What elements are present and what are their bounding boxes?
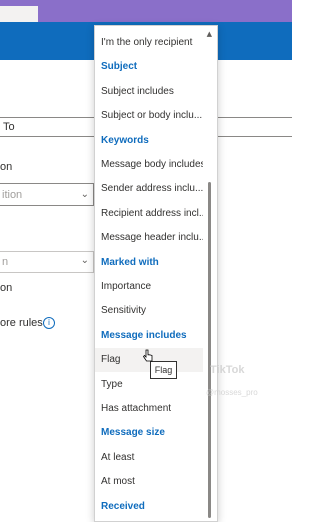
menu-item-message-header-inclu[interactable]: Message header inclu...	[95, 226, 203, 250]
menu-item-at-least[interactable]: At least	[95, 446, 203, 470]
menu-header-message-includes: Message includes	[101, 329, 187, 341]
menu-item-message-body-includes[interactable]: Message body includes	[95, 153, 203, 177]
watermark-handle: @mosses_pro	[206, 388, 258, 397]
menu-item-sensitivity[interactable]: Sensitivity	[95, 299, 203, 323]
condition-options-menu: ▲ I'm the only recipient Subject Subject i…	[94, 25, 218, 522]
watermark-brand: TikTok	[210, 364, 245, 376]
chevron-down-icon: ⌄	[80, 189, 89, 200]
condition-dropdown[interactable]: ition ⌄	[0, 183, 94, 206]
menu-item-type[interactable]: Type	[95, 373, 203, 397]
stop-more-rules-label: ore rules	[0, 317, 43, 329]
menu-header-marked-with: Marked with	[101, 256, 159, 268]
value-select-text: n	[2, 256, 9, 268]
to-field-line	[216, 136, 292, 137]
menu-item-has-attachment[interactable]: Has attachment	[95, 397, 203, 421]
menu-header-keywords: Keywords	[101, 134, 149, 146]
top-strip	[0, 0, 292, 22]
info-icon[interactable]: i	[43, 317, 55, 329]
menu-header-message-size: Message size	[101, 427, 165, 439]
menu-item-i-m-the-only-recipient[interactable]: I'm the only recipient	[95, 31, 203, 55]
menu-item-at-most[interactable]: At most	[95, 470, 203, 494]
hand-cursor-icon	[142, 349, 153, 362]
to-field-text: To	[3, 121, 15, 133]
scroll-up-icon[interactable]: ▲	[207, 30, 212, 38]
window-tab[interactable]	[0, 6, 38, 22]
scrollbar-thumb[interactable]	[208, 182, 211, 518]
menu-item-subject-or-body-inclu[interactable]: Subject or body inclu...	[95, 104, 203, 128]
tooltip: Flag	[150, 361, 177, 379]
menu-header-subject: Subject	[101, 61, 138, 73]
to-field-top-line	[216, 117, 292, 118]
condition-label: on	[0, 161, 13, 173]
menu-header-received: Received	[101, 500, 145, 512]
menu-item-importance[interactable]: Importance	[95, 275, 203, 299]
action-label: on	[0, 282, 13, 294]
menu-item-sender-address-inclu[interactable]: Sender address inclu...	[95, 177, 203, 201]
menu-item-recipient-address-incl[interactable]: Recipient address incl...	[95, 202, 203, 226]
menu-item-subject-includes[interactable]: Subject includes	[95, 80, 203, 104]
condition-dropdown-placeholder: ition	[2, 189, 23, 201]
value-select[interactable]: n ⌄	[0, 251, 94, 273]
to-field[interactable]: To	[0, 117, 96, 137]
chevron-down-icon: ⌄	[80, 255, 89, 266]
